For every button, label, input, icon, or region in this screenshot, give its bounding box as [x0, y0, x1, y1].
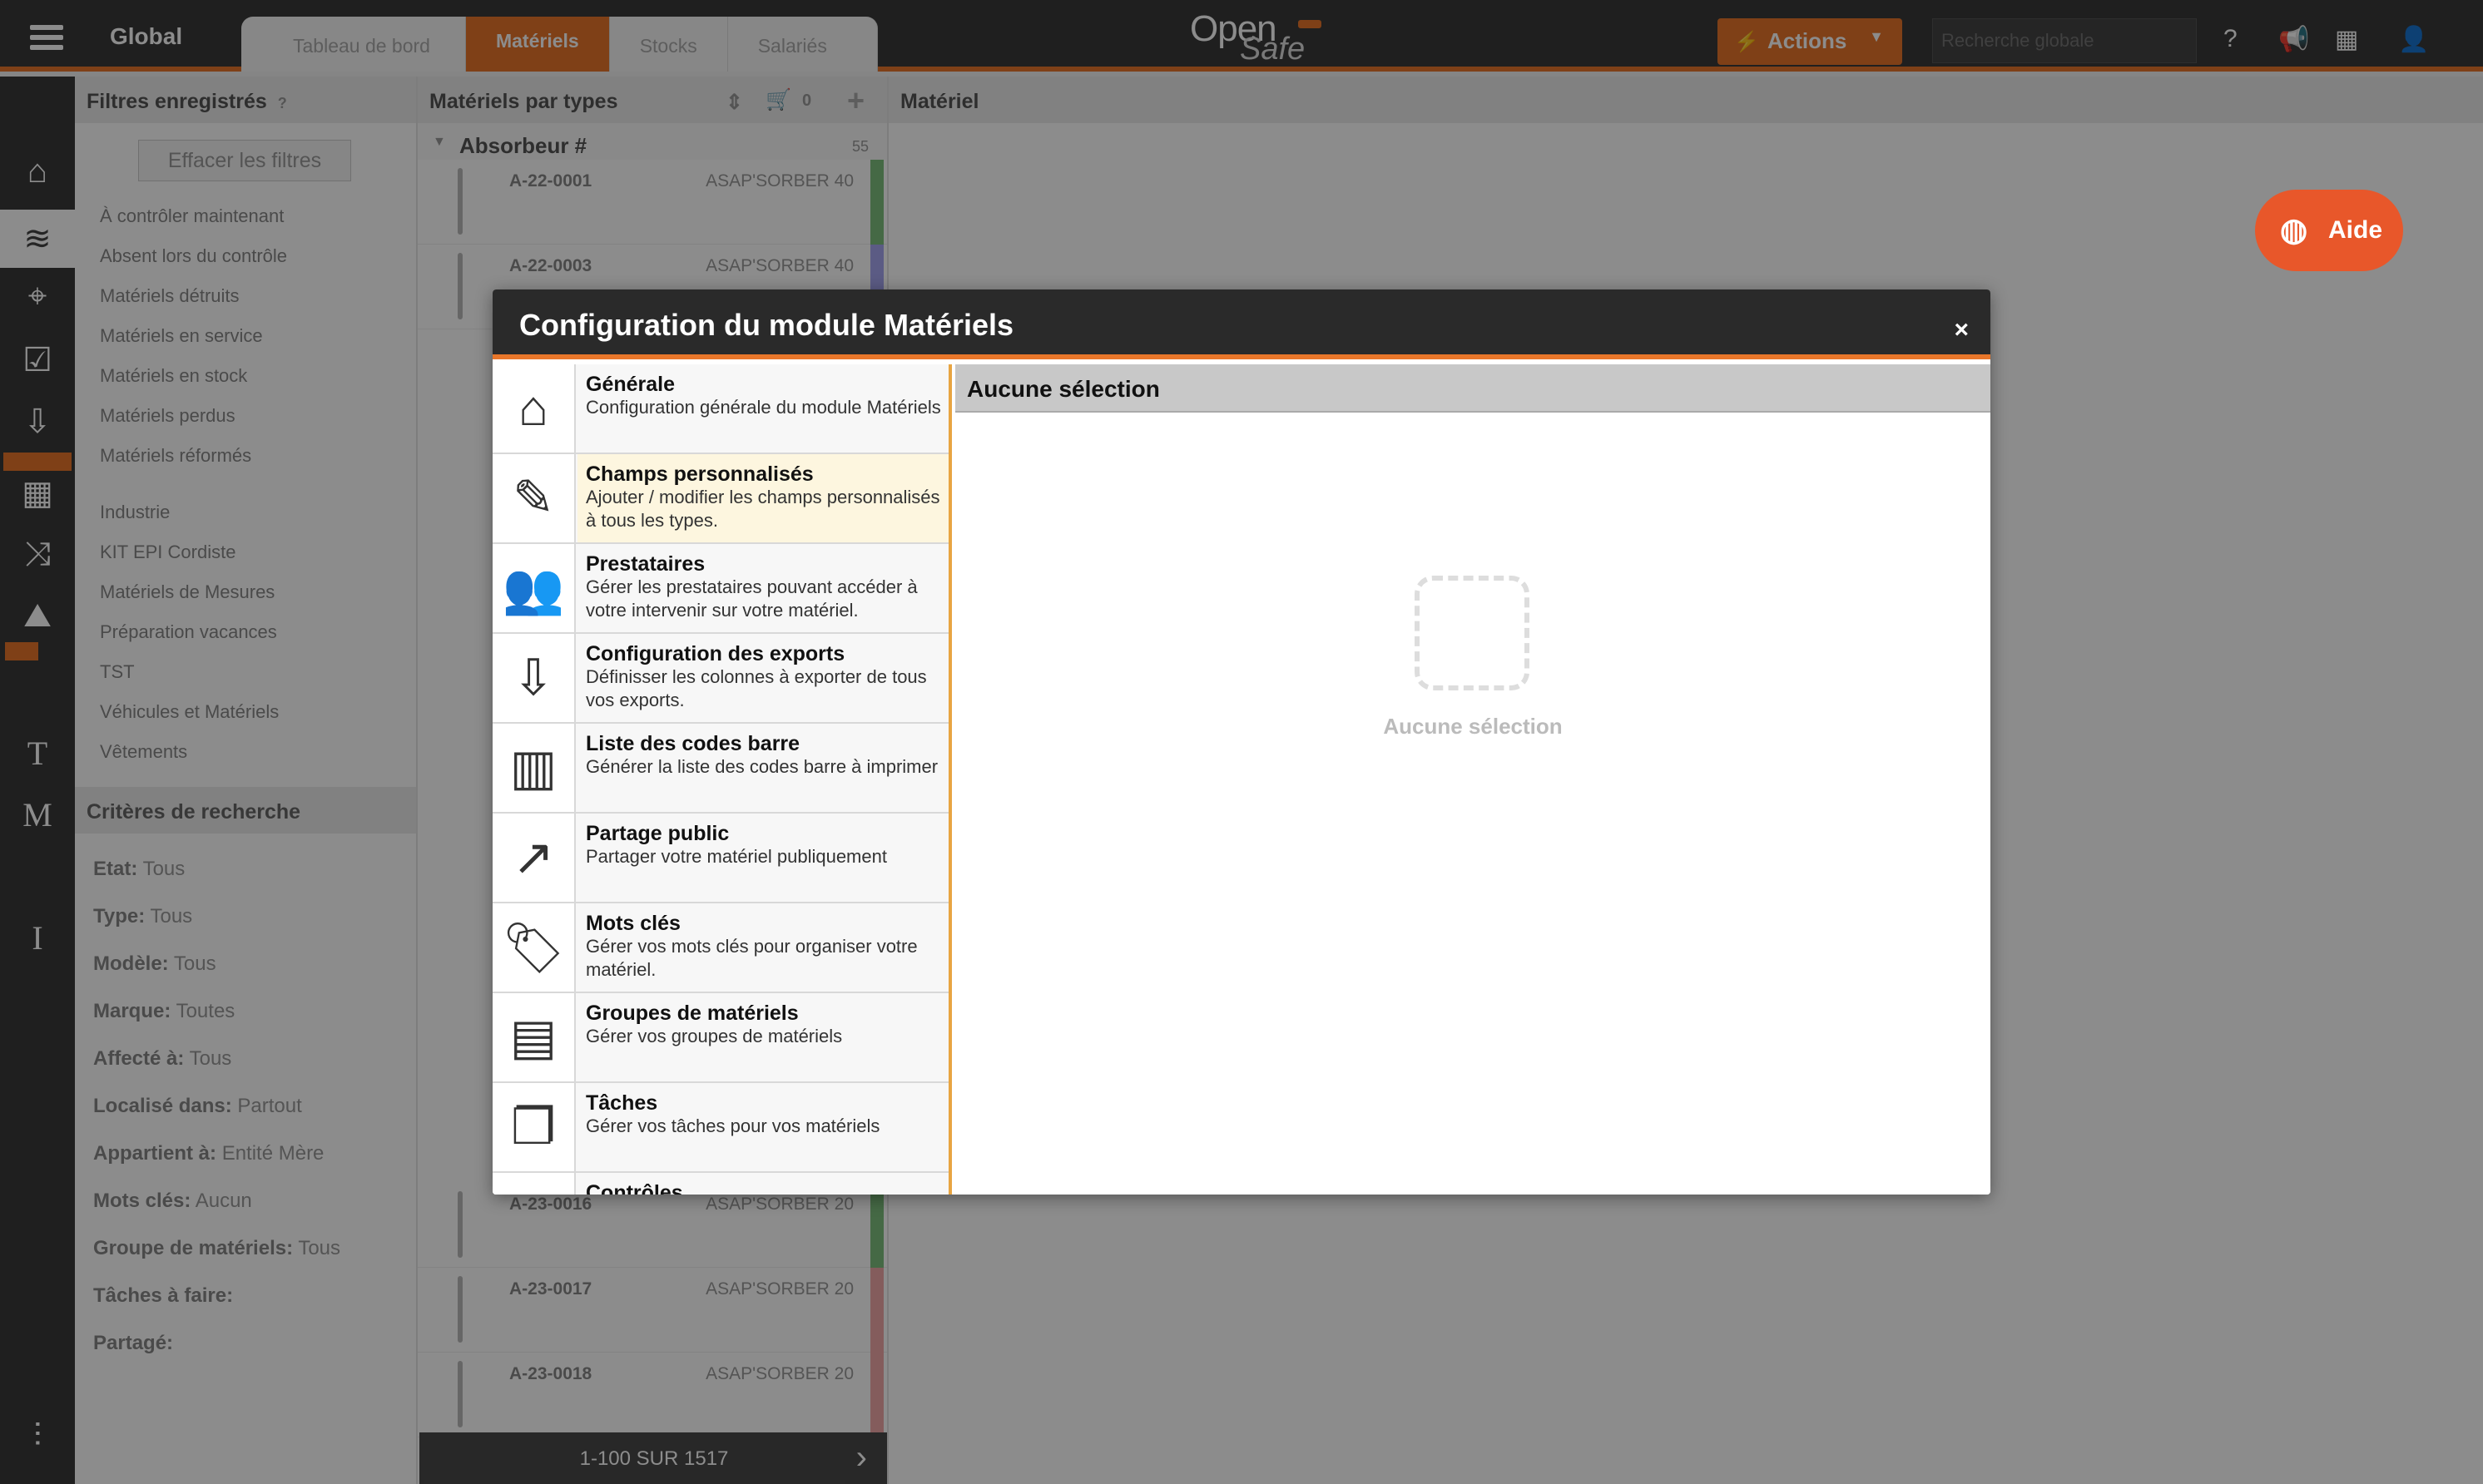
menu-item-config-exports[interactable]: ⇩ Configuration des exports Définisser le… — [493, 634, 949, 724]
config-content: Aucune sélection Aucune sélection — [955, 364, 1990, 1195]
menu-item-controles[interactable]: ✓ Contrôles — [493, 1173, 949, 1195]
barcode-icon: ▥ — [493, 724, 576, 812]
help-button[interactable]: ◍ Aide — [2255, 190, 2403, 271]
check-icon: ✓ — [493, 1173, 576, 1195]
content-header: Aucune sélection — [955, 364, 1990, 413]
menu-item-taches[interactable]: ❐ Tâches Gérer vos tâches pour vos matéri… — [493, 1083, 949, 1173]
empty-selection-label: Aucune sélection — [1383, 714, 1563, 739]
edit-icon: ✎ — [493, 454, 576, 542]
menu-item-codes-barre[interactable]: ▥ Liste des codes barre Générer la liste … — [493, 724, 949, 814]
binders-icon: ▤ — [493, 993, 576, 1081]
menu-item-partage-public[interactable]: ↗ Partage public Partager votre matériel … — [493, 814, 949, 903]
export-file-icon: ⇩ — [493, 634, 576, 722]
menu-item-generale[interactable]: ⌂ Générale Configuration générale du modu… — [493, 364, 949, 454]
modal-header: Configuration du module Matériels × — [493, 289, 1990, 359]
menu-item-groupes-materiels[interactable]: ▤ Groupes de matériels Gérer vos groupes … — [493, 993, 949, 1083]
share-icon: ↗ — [493, 814, 576, 902]
cards-icon: ❐ — [493, 1083, 576, 1171]
modal-title: Configuration du module Matériels — [519, 308, 1014, 342]
config-menu: ⌂ Générale Configuration générale du modu… — [493, 364, 952, 1195]
close-icon[interactable]: × — [1954, 316, 1969, 344]
menu-item-champs-personnalises[interactable]: ✎ Champs personnalisés Ajouter / modifier… — [493, 454, 949, 544]
globe-icon: ◍ — [2280, 213, 2308, 248]
house-icon: ⌂ — [493, 364, 576, 453]
empty-selection-icon — [1415, 576, 1529, 690]
users-icon: 👥 — [493, 544, 576, 632]
menu-item-prestataires[interactable]: 👥 Prestataires Gérer les prestataires pou… — [493, 544, 949, 634]
tag-icon: 🏷 — [493, 903, 576, 992]
menu-item-mots-cles[interactable]: 🏷 Mots clés Gérer vos mots clés pour orga… — [493, 903, 949, 993]
config-modal: Configuration du module Matériels × ⌂ Gé… — [493, 289, 1990, 1195]
